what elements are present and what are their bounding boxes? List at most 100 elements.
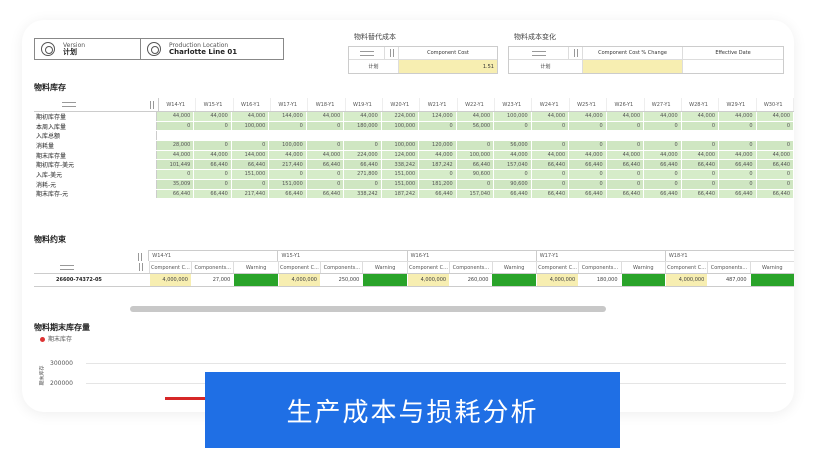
table-cell: [606, 131, 645, 141]
menu-icon[interactable]: [531, 50, 546, 56]
table-cell: 44,000: [569, 112, 607, 121]
table-cell: 0: [194, 121, 232, 131]
table-cell: 151,000: [381, 170, 420, 179]
table-cell: 66,440: [569, 189, 607, 199]
column-resize-icon[interactable]: [138, 253, 143, 261]
table-cell: [456, 131, 495, 141]
table-cell: 157,040: [494, 160, 532, 170]
table-cell: 0: [531, 170, 570, 179]
table-cell: [569, 131, 607, 141]
table-cell: 0: [644, 121, 682, 131]
column-resize-icon[interactable]: [389, 49, 394, 57]
inventory-title: 物料库存: [34, 83, 66, 92]
change-table-caption: 物料成本变化: [514, 33, 556, 41]
table-cell: 0: [719, 121, 757, 131]
table-cell: 0: [306, 141, 345, 150]
table-cell: [719, 131, 757, 141]
qty-cell: 487,000: [707, 274, 750, 286]
table-cell: 66,440: [569, 160, 607, 170]
table-cell: 217,440: [231, 189, 270, 199]
table-cell: 66,440: [531, 189, 570, 199]
row-label: 本周入库量: [34, 121, 157, 131]
y-axis-label: 期末库存: [39, 365, 46, 386]
cost-table-caption: 物料替代成本: [354, 33, 396, 41]
week-header: W18-Y1: [308, 98, 346, 111]
change-row-label: 计划: [509, 60, 583, 73]
constraint-table: W14-Y1 W15-Y1 W16-Y1 W17-Y1 W18-Y1 Component …: [34, 250, 794, 287]
cost-header: Component Cost: [427, 50, 469, 56]
table-cell: 66,440: [644, 189, 682, 199]
menu-icon[interactable]: [62, 102, 76, 107]
table-cell: 0: [231, 179, 270, 189]
location-filter[interactable]: Production Location Charlotte Line 01: [140, 38, 284, 60]
column-header: Components...: [707, 261, 750, 273]
week-header: W27-Y1: [644, 98, 682, 111]
table-cell: 151,000: [269, 179, 307, 189]
week-header: W26-Y1: [607, 98, 645, 111]
table-cell: 0: [156, 121, 195, 131]
week-header: W18-Y1: [664, 250, 794, 261]
table-cell: 0: [569, 179, 607, 189]
week-header: W23-Y1: [495, 98, 533, 111]
table-cell: 0: [456, 179, 495, 189]
table-cell: [269, 131, 307, 141]
radio-icon: [147, 42, 161, 56]
warning-cell: [233, 274, 278, 286]
table-cell: 66,440: [681, 189, 720, 199]
column-header: Warning: [491, 261, 536, 273]
table-cell: 124,000: [419, 112, 457, 121]
table-cell: 0: [531, 121, 570, 131]
change-row-date: [683, 60, 783, 73]
inventory-table: W14-Y1 W15-Y1 W16-Y1 W17-Y1 W18-Y1 W19-Y1 W20-…: [34, 98, 794, 200]
table-cell: 0: [719, 170, 757, 179]
table-cell: 338,242: [381, 160, 420, 170]
table-cell: 217,440: [269, 160, 307, 170]
horizontal-scrollbar[interactable]: [130, 306, 606, 312]
row-label: 期末库存-元: [34, 189, 157, 198]
table-cell: 66,440: [231, 160, 270, 170]
table-cell: 66,440: [531, 160, 570, 170]
table-cell: 44,000: [231, 112, 270, 121]
table-cell: 0: [681, 121, 720, 131]
y-tick: 300000: [50, 360, 73, 367]
qty-cell: 180,000: [578, 274, 621, 286]
table-cell: 66,440: [194, 189, 232, 199]
location-filter-value: Charlotte Line 01: [169, 48, 238, 56]
table-cell: 0: [719, 179, 757, 189]
column-header: Warning: [233, 261, 278, 273]
version-filter[interactable]: Version 计划: [34, 38, 146, 60]
table-cell: 101,449: [156, 160, 195, 170]
menu-icon[interactable]: [359, 50, 374, 56]
table-cell: 0: [681, 141, 720, 150]
table-cell: 44,000: [531, 150, 570, 160]
table-cell: 0: [231, 141, 270, 150]
cost-row-value: 1.51: [399, 60, 497, 73]
table-cell: 338,242: [344, 189, 382, 199]
table-cell: 44,000: [569, 150, 607, 160]
row-label: 入库-美元: [34, 170, 157, 179]
week-header: W21-Y1: [420, 98, 458, 111]
table-cell: 271,800: [344, 170, 382, 179]
row-label: 期初库存量: [34, 112, 157, 121]
column-resize-icon[interactable]: [138, 263, 143, 271]
table-cell: 66,440: [306, 160, 345, 170]
table-cell: 0: [494, 121, 532, 131]
week-header: W29-Y1: [719, 98, 757, 111]
column-resize-icon[interactable]: [573, 49, 578, 57]
table-cell: 151,000: [381, 179, 420, 189]
gridline: [86, 363, 786, 364]
table-cell: 66,440: [194, 160, 232, 170]
table-cell: 0: [531, 179, 570, 189]
table-cell: 66,440: [719, 160, 757, 170]
table-cell: 0: [306, 179, 345, 189]
change-table: Component Cost % Change Effective Date 计…: [508, 46, 784, 74]
week-header: W24-Y1: [532, 98, 570, 111]
table-cell: 66,440: [644, 160, 682, 170]
table-cell: 187,242: [381, 189, 420, 199]
legend-label: 期末库存: [48, 336, 73, 343]
table-cell: 44,000: [756, 150, 794, 160]
menu-icon[interactable]: [60, 264, 74, 270]
column-resize-icon[interactable]: [150, 100, 155, 109]
warning-cell: [362, 274, 407, 286]
table-cell: 144,000: [269, 112, 307, 121]
